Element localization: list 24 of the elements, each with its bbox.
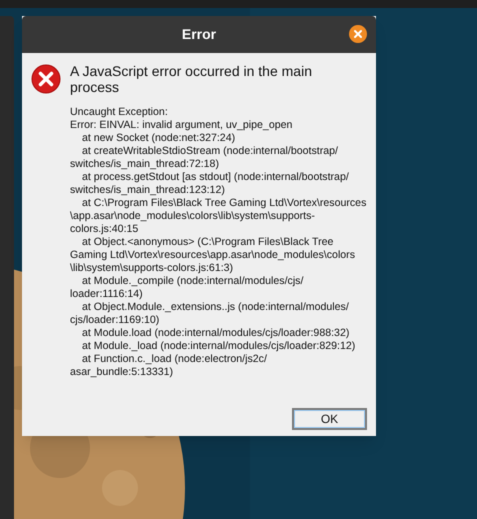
stack-trace-line: asar_bundle:5:13331) (70, 366, 174, 379)
error-message: A JavaScript error occurred in the main process (70, 63, 313, 95)
stack-trace-line: at createWritableStdioStream (node:internal/bootstrap/ (81, 145, 339, 158)
stack-trace-line: at Function.c._load (node:electron/js2c/ (81, 353, 268, 366)
stack-trace-line: switches/is_main_thread:72:18) (70, 158, 220, 171)
stack-trace-line: \lib\system\supports-colors.js:61:3) (70, 262, 234, 275)
stack-trace-line: at process.getStdout [as stdout] (node:internal/bootstrap/ (81, 171, 350, 184)
window-title: Error (182, 25, 216, 44)
stack-trace-line: loader:1116:14) (70, 288, 144, 301)
stack-trace-line: Error: EINVAL: invalid argument, uv_pipe_open (70, 119, 294, 132)
stack-trace-line: at Module.load (node:internal/modules/cjs/loader:988:32) (81, 327, 350, 340)
stack-trace-line: at new Socket (node:net:327:24) (81, 132, 236, 145)
stack-trace-line: switches/is_main_thread:123:12) (70, 184, 226, 197)
stack-trace-line: at Module._compile (node:internal/modules/cjs/ (81, 275, 304, 288)
stack-trace-line: at Object.<anonymous> (C:\Program Files\Black Tree (81, 236, 334, 249)
stack-trace-line: at Module._load (node:internal/modules/cjs/loader:829:12) (81, 340, 356, 353)
stack-trace-line: cjs/loader:1169:10) (70, 314, 160, 327)
ok-button[interactable]: OK (292, 408, 367, 430)
stack-trace-line: colors.js:40:15 (70, 223, 140, 236)
stack-trace-line: at C:\Program Files\Black Tree Gaming Ltd\Vortex\resources (81, 197, 366, 210)
stack-trace-line: \app.asar\node_modules\colors\lib\system\supports- (70, 210, 316, 223)
stack-trace-line: at Object.Module._extensions..js (node:internal/modules/ (81, 301, 350, 314)
stack-trace-line: Uncaught Exception: (70, 106, 169, 119)
stack-trace-line: Gaming Ltd\Vortex\resources\app.asar\node_modules\colors (70, 249, 356, 262)
